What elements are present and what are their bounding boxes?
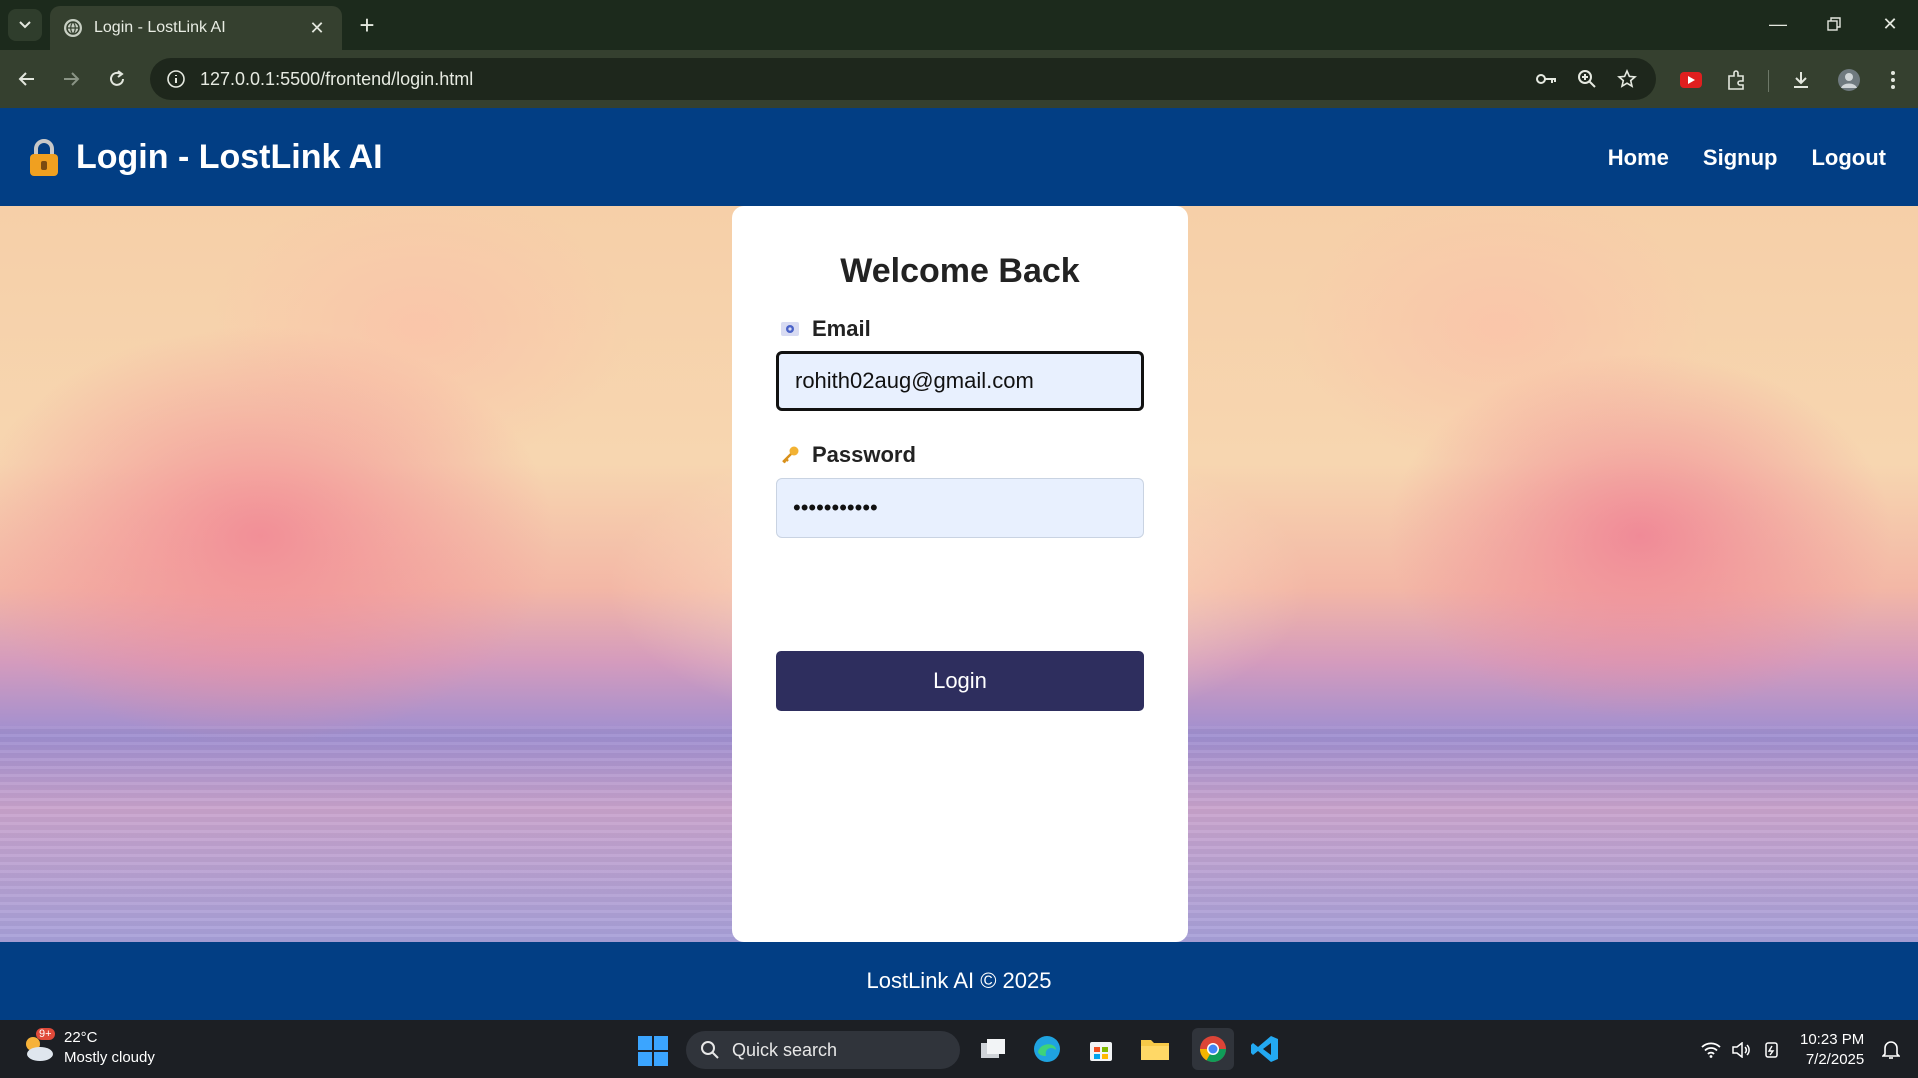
lock-icon [30,138,58,176]
tab-search-button[interactable] [8,9,42,41]
reload-button[interactable] [100,62,134,96]
close-window-button[interactable]: ✕ [1862,0,1918,48]
nav-link-signup[interactable]: Signup [1703,145,1778,171]
arrow-right-icon [64,72,80,86]
login-button[interactable]: Login [776,651,1144,711]
footer-text: LostLink AI © 2025 [866,968,1052,993]
cloudy-weather-icon: 9+ [20,1028,56,1066]
nav-link-home[interactable]: Home [1608,145,1669,171]
taskbar: 9+ 22°C Mostly cloudy Quick search 10:23… [0,1020,1918,1078]
restore-icon [1827,17,1841,31]
browser-toolbar: 127.0.0.1:5500/frontend/login.html [0,50,1918,108]
extensions-puzzle-icon[interactable] [1722,65,1752,95]
download-icon[interactable] [1786,65,1816,95]
back-button[interactable] [10,62,44,96]
email-label: Email [780,316,871,342]
vscode-icon[interactable] [1248,1032,1282,1066]
browser-tabstrip: Login - LostLink AI ✕ + — ✕ [0,0,1918,50]
globe-icon [64,19,82,37]
chrome-icon[interactable] [1192,1028,1234,1070]
email-field[interactable]: rohith02aug@gmail.com [776,351,1144,411]
password-label: Password [780,442,916,468]
close-tab-icon[interactable]: ✕ [306,17,328,39]
reload-icon [110,70,124,86]
password-label-text: Password [812,442,916,467]
profile-avatar[interactable] [1834,65,1864,95]
notification-bell-icon[interactable] [1880,1040,1902,1060]
volume-icon[interactable] [1730,1040,1752,1060]
web-page: Login - LostLink AI Home Signup Logout W… [0,108,1918,1020]
password-field[interactable]: ••••••••••• [776,478,1144,538]
weather-widget[interactable]: 9+ 22°C Mostly cloudy [20,1028,155,1068]
browser-tab[interactable]: Login - LostLink AI ✕ [50,6,342,50]
bookmark-star-icon[interactable] [1614,66,1640,92]
restore-button[interactable] [1806,0,1862,48]
search-icon [701,1041,719,1059]
site-footer: LostLink AI © 2025 [0,942,1918,1020]
form-heading: Welcome Back [840,252,1080,290]
file-explorer-icon[interactable] [1138,1032,1172,1066]
new-tab-button[interactable]: + [352,10,382,40]
arrow-left-icon [18,72,34,86]
minimize-button[interactable]: — [1750,0,1806,48]
task-view-icon[interactable] [976,1032,1010,1066]
address-bar[interactable]: 127.0.0.1:5500/frontend/login.html [150,58,1656,100]
key-icon [782,446,799,464]
temperature: 22°C [64,1029,98,1046]
wifi-icon[interactable] [1700,1040,1722,1060]
email-label-text: Email [812,316,871,341]
weather-condition: Mostly cloudy [64,1049,155,1066]
weather-badge: 9+ [36,1028,55,1040]
forward-button[interactable] [54,62,88,96]
clock-time: 10:23 PM [1800,1031,1865,1048]
search-label: Quick search [732,1039,838,1060]
edge-icon[interactable] [1030,1032,1064,1066]
site-nav: Home Signup Logout [1608,145,1886,171]
envelope-icon [781,322,799,336]
info-icon[interactable] [166,69,186,89]
more-menu-icon[interactable] [1878,65,1908,95]
battery-icon[interactable] [1762,1040,1784,1060]
start-button[interactable] [638,1036,668,1066]
key-icon[interactable] [1534,66,1560,92]
store-icon[interactable] [1084,1032,1118,1066]
tab-title: Login - LostLink AI [94,19,226,36]
login-card: Welcome Back Email rohith02aug@gmail.com… [732,206,1188,942]
toolbar-divider [1768,70,1769,92]
brand: Login - LostLink AI [28,138,383,177]
zoom-icon[interactable] [1574,66,1600,92]
system-clock[interactable]: 10:23 PM 7/2/2025 [1800,1030,1864,1070]
chevron-down-icon [19,21,31,29]
taskbar-search[interactable]: Quick search [686,1031,960,1069]
youtube-extension-icon[interactable] [1676,65,1706,95]
nav-link-logout[interactable]: Logout [1811,145,1886,171]
url-text: 127.0.0.1:5500/frontend/login.html [200,68,474,89]
clock-date: 7/2/2025 [1805,1051,1865,1068]
page-title: Login - LostLink AI [76,138,383,176]
site-header: Login - LostLink AI Home Signup Logout [0,108,1918,206]
